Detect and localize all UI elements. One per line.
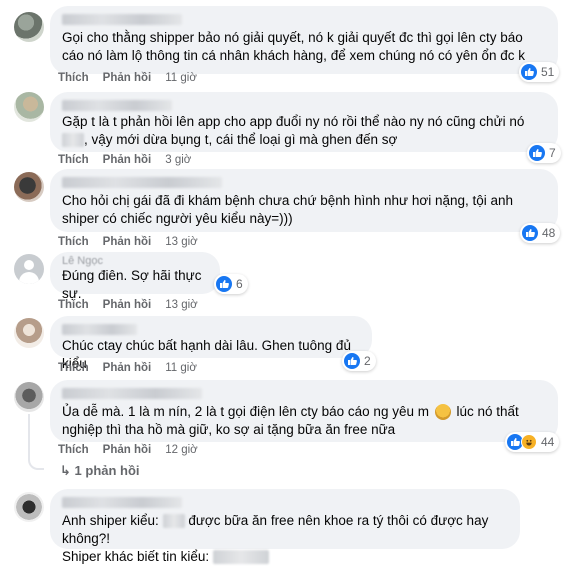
author-name-redacted[interactable] bbox=[62, 177, 222, 188]
redacted-word bbox=[62, 133, 84, 148]
reply-arrow-icon: ↳ bbox=[60, 463, 71, 478]
author-name-redacted[interactable] bbox=[62, 100, 172, 111]
redacted-word bbox=[162, 514, 185, 529]
thread-line bbox=[28, 414, 30, 458]
emoji-icon bbox=[434, 404, 451, 421]
haha-icon bbox=[521, 434, 537, 450]
like-button[interactable]: Thích bbox=[58, 299, 89, 311]
timestamp[interactable]: 11 giờ bbox=[165, 362, 197, 374]
like-icon bbox=[521, 64, 537, 80]
reaction-number: 51 bbox=[541, 65, 555, 79]
timestamp[interactable]: 12 giờ bbox=[165, 444, 197, 456]
timestamp[interactable]: 13 giờ bbox=[165, 299, 197, 311]
comment-text: Đúng điên. Sợ hãi thực sự. bbox=[62, 268, 202, 301]
comment-bubble: Cho hỏi chị gái đã đi khám bệnh chưa chứ… bbox=[50, 169, 558, 232]
like-icon bbox=[344, 353, 360, 369]
avatar[interactable] bbox=[14, 12, 44, 42]
timestamp[interactable]: 3 giờ bbox=[165, 154, 191, 166]
comment-bubble: Gặp t là t phản hồi lên app cho app đuổi… bbox=[50, 92, 558, 152]
comment-actions: Thích Phản hồi 11 giờ bbox=[58, 362, 211, 374]
avatar[interactable] bbox=[14, 382, 44, 412]
like-icon bbox=[529, 145, 545, 161]
reaction-count[interactable]: 2 bbox=[342, 351, 376, 371]
comment-actions: Thích Phản hồi 11 giờ bbox=[58, 72, 211, 84]
author-name-redacted[interactable] bbox=[62, 497, 182, 508]
avatar[interactable] bbox=[14, 172, 44, 202]
comment-text: Gọi cho thằng shipper bảo nó giải quyết,… bbox=[62, 30, 526, 63]
like-button[interactable]: Thích bbox=[58, 444, 89, 456]
like-icon bbox=[522, 225, 538, 241]
reaction-count[interactable]: 7 bbox=[527, 143, 561, 163]
reply-button[interactable]: Phản hồi bbox=[103, 362, 152, 374]
reaction-number: 7 bbox=[549, 146, 556, 160]
comment-actions: Thích Phản hồi 3 giờ bbox=[58, 154, 205, 166]
author-name-redacted[interactable] bbox=[62, 388, 202, 399]
comment-text-line-2: Shiper khác biết tin kiểu: bbox=[62, 548, 508, 566]
like-button[interactable]: Thích bbox=[58, 154, 89, 166]
avatar[interactable] bbox=[14, 318, 44, 348]
reply-button[interactable]: Phản hồi bbox=[103, 444, 152, 456]
redacted-word bbox=[212, 550, 269, 565]
comment-actions: Thích Phản hồi 12 giờ bbox=[58, 444, 212, 456]
reaction-count[interactable]: 6 bbox=[214, 274, 248, 294]
avatar[interactable] bbox=[14, 492, 44, 522]
comment-text: Anh shiper kiểu: được bữa ăn free nên kh… bbox=[62, 513, 489, 546]
comment-actions: Thích Phản hồi 13 giờ bbox=[58, 236, 212, 248]
like-button[interactable]: Thích bbox=[58, 72, 89, 84]
author-name-redacted[interactable] bbox=[62, 14, 182, 25]
reaction-count[interactable]: 44 bbox=[505, 432, 560, 452]
like-button[interactable]: Thích bbox=[58, 362, 89, 374]
default-avatar-icon[interactable] bbox=[14, 254, 44, 284]
reply-button[interactable]: Phản hồi bbox=[103, 154, 152, 166]
timestamp[interactable]: 13 giờ bbox=[165, 236, 197, 248]
comment-text: Ủa dễ mà. 1 là m nín, 2 là t gọi điện lê… bbox=[62, 404, 519, 437]
author-name[interactable]: Lê Ngọc bbox=[62, 255, 208, 267]
reply-button[interactable]: Phản hồi bbox=[103, 299, 152, 311]
view-replies-link[interactable]: ↳ 1 phản hồi bbox=[60, 463, 140, 479]
comment-bubble: Lê Ngọc Đúng điên. Sợ hãi thực sự. bbox=[50, 252, 220, 301]
author-name-redacted[interactable] bbox=[62, 324, 137, 335]
comment-bubble: Ủa dễ mà. 1 là m nín, 2 là t gọi điện lê… bbox=[50, 380, 558, 442]
reply-button[interactable]: Phản hồi bbox=[103, 236, 152, 248]
reaction-count[interactable]: 48 bbox=[520, 223, 561, 243]
comment-bubble: Gọi cho thằng shipper bảo nó giải quyết,… bbox=[50, 6, 558, 74]
like-button[interactable]: Thích bbox=[58, 236, 89, 248]
timestamp[interactable]: 11 giờ bbox=[165, 72, 197, 84]
comment-text: Cho hỏi chị gái đã đi khám bệnh chưa chứ… bbox=[62, 193, 514, 226]
reaction-number: 2 bbox=[364, 354, 371, 368]
reaction-count[interactable]: 51 bbox=[519, 62, 560, 82]
reply-button[interactable]: Phản hồi bbox=[103, 72, 152, 84]
replies-count[interactable]: 1 phản hồi bbox=[75, 463, 140, 478]
comment-text: Gặp t là t phản hồi lên app cho app đuổi… bbox=[62, 114, 525, 148]
avatar[interactable] bbox=[14, 92, 44, 122]
comment-bubble: Anh shiper kiểu: được bữa ăn free nên kh… bbox=[50, 489, 520, 565]
comment-actions: Thích Phản hồi 13 giờ bbox=[58, 299, 212, 311]
thread-curve bbox=[28, 456, 44, 470]
like-icon bbox=[216, 276, 232, 292]
reaction-number: 48 bbox=[542, 226, 556, 240]
comment-bubble: Chúc ctay chúc bất hạnh dài lâu. Ghen tu… bbox=[50, 316, 372, 371]
reaction-number: 6 bbox=[236, 277, 243, 291]
reaction-number: 44 bbox=[541, 435, 555, 449]
